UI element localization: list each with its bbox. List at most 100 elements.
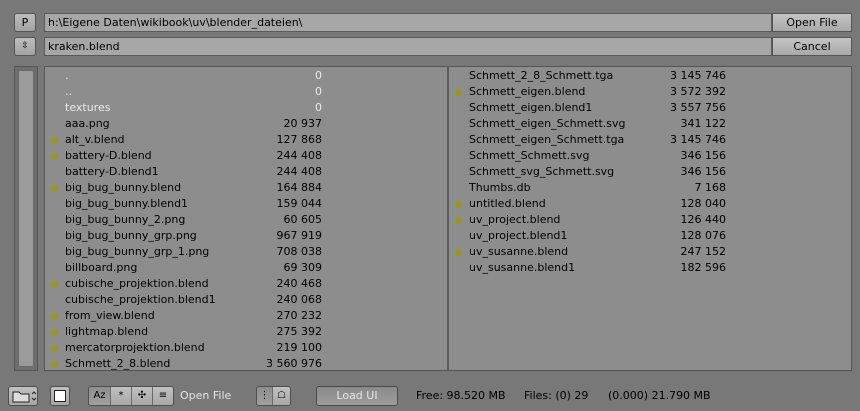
- dir-menu-button[interactable]: ⇳: [14, 37, 36, 56]
- file-row[interactable]: Schmett_eigen.blend1 3 557 756: [449, 100, 726, 116]
- file-size: 708 038: [276, 245, 323, 258]
- file-size: 341 122: [680, 117, 727, 130]
- open-file-button[interactable]: Open File: [772, 13, 852, 32]
- file-row[interactable]: battery-D.blend1 244 408: [45, 164, 322, 180]
- file-size: 3 560 976: [266, 357, 322, 370]
- file-name: big_bug_bunny_2.png: [65, 213, 186, 226]
- file-row[interactable]: big_bug_bunny_grp_1.png 708 038: [45, 244, 322, 260]
- file-size: 0: [315, 69, 322, 82]
- details-toggle[interactable]: ⋮: [257, 387, 273, 405]
- file-name: lightmap.blend: [65, 325, 149, 338]
- blend-file-icon: [51, 281, 58, 288]
- file-name: .: [65, 69, 69, 82]
- scrollbar-thumb[interactable]: [18, 70, 34, 367]
- free-space-label: Free: 98.520 MB: [416, 389, 506, 402]
- file-row[interactable]: Schmett_2_8_Schmett.tga 3 145 746: [449, 68, 726, 84]
- fullscreen-toggle[interactable]: [50, 386, 70, 406]
- sort-buttons: Az * ✣ ≡: [88, 386, 174, 406]
- file-row[interactable]: Schmett_Schmett.svg 346 156: [449, 148, 726, 164]
- blend-file-icon: [51, 137, 58, 144]
- file-row[interactable]: big_bug_bunny_2.png 60 605: [45, 212, 322, 228]
- file-name: Schmett_2_8.blend: [65, 357, 171, 370]
- file-row[interactable]: Schmett_eigen_Schmett.svg 341 122: [449, 116, 726, 132]
- file-row[interactable]: alt_v.blend 127 868: [45, 132, 322, 148]
- file-size: 240 068: [276, 293, 323, 306]
- square-icon: [54, 390, 66, 402]
- file-row[interactable]: Schmett_svg_Schmett.svg 346 156: [449, 164, 726, 180]
- file-size: 3 572 392: [670, 85, 726, 98]
- file-size: 60 605: [283, 213, 323, 226]
- file-name: big_bug_bunny_grp_1.png: [65, 245, 210, 258]
- file-name: Schmett_svg_Schmett.svg: [469, 165, 615, 178]
- file-size: 3 557 756: [670, 101, 726, 114]
- selected-size-label: (0.000) 21.790 MB: [608, 389, 711, 402]
- file-row[interactable]: from_view.blend 270 232: [45, 308, 322, 324]
- parent-dir-button[interactable]: P: [14, 13, 36, 32]
- file-row[interactable]: uv_project.blend 126 440: [449, 212, 726, 228]
- file-name: Thumbs.db: [469, 181, 531, 194]
- window-type-menu[interactable]: [8, 386, 38, 406]
- ghost-icon[interactable]: ☖: [273, 387, 290, 405]
- cancel-button[interactable]: Cancel: [772, 37, 852, 56]
- file-size: 128 076: [680, 229, 727, 242]
- file-name: cubische_projektion.blend1: [65, 293, 216, 306]
- file-size: 69 309: [283, 261, 323, 274]
- sort-extension-button[interactable]: ≡: [153, 387, 173, 405]
- file-name: big_bug_bunny.blend: [65, 181, 182, 194]
- file-size: 127 868: [276, 133, 323, 146]
- file-row[interactable]: cubische_projektion.blend 240 468: [45, 276, 322, 292]
- blend-file-icon: [51, 345, 58, 352]
- file-row[interactable]: Schmett_2_8.blend 3 560 976: [45, 356, 322, 372]
- file-row[interactable]: big_bug_bunny.blend 164 884: [45, 180, 322, 196]
- filename-field[interactable]: kraken.blend: [44, 37, 772, 56]
- file-name: battery-D.blend1: [65, 165, 159, 178]
- file-size: 244 408: [276, 165, 323, 178]
- file-row[interactable]: battery-D.blend 244 408: [45, 148, 322, 164]
- file-row[interactable]: Schmett_eigen.blend 3 572 392: [449, 84, 726, 100]
- file-size: 159 044: [276, 197, 323, 210]
- load-ui-button[interactable]: Load UI: [316, 386, 398, 406]
- file-row[interactable]: .0: [45, 68, 322, 84]
- blend-file-icon: [455, 249, 462, 256]
- file-name: Schmett_eigen.blend: [469, 85, 586, 98]
- file-row[interactable]: Schmett_eigen_Schmett.tga 3 145 746: [449, 132, 726, 148]
- file-row[interactable]: billboard.png 69 309: [45, 260, 322, 276]
- file-row[interactable]: uv_susanne.blend1 182 596: [449, 260, 726, 276]
- file-name: Schmett_eigen.blend1: [469, 101, 593, 114]
- sort-size-button[interactable]: ✣: [132, 387, 153, 405]
- file-row[interactable]: untitled.blend 128 040: [449, 196, 726, 212]
- mode-label: Open File: [180, 389, 232, 402]
- file-row[interactable]: cubische_projektion.blend1 240 068: [45, 292, 322, 308]
- file-row[interactable]: aaa.png 20 937: [45, 116, 322, 132]
- file-size: 3 145 746: [670, 69, 726, 82]
- file-name: Schmett_2_8_Schmett.tga: [469, 69, 614, 82]
- file-size: 967 919: [276, 229, 323, 242]
- file-size: 20 937: [283, 117, 323, 130]
- sort-alpha-button[interactable]: Az: [89, 387, 111, 405]
- file-row[interactable]: uv_project.blend1 128 076: [449, 228, 726, 244]
- file-size: 3 145 746: [670, 133, 726, 146]
- file-size: 240 468: [276, 277, 323, 290]
- file-name: Schmett_Schmett.svg: [469, 149, 590, 162]
- file-row[interactable]: .. 0: [45, 84, 322, 100]
- sort-time-button[interactable]: *: [111, 387, 132, 405]
- file-row[interactable]: uv_susanne.blend 247 152: [449, 244, 726, 260]
- file-row[interactable]: Thumbs.db 7 168: [449, 180, 726, 196]
- file-name: from_view.blend: [65, 309, 155, 322]
- file-row[interactable]: big_bug_bunny_grp.png 967 919: [45, 228, 322, 244]
- file-row[interactable]: big_bug_bunny.blend1 159 044: [45, 196, 322, 212]
- file-row[interactable]: lightmap.blend 275 392: [45, 324, 322, 340]
- file-size: 346 156: [680, 149, 727, 162]
- file-size: 244 408: [276, 149, 323, 162]
- file-name: battery-D.blend: [65, 149, 152, 162]
- file-row[interactable]: textures 0: [45, 100, 322, 116]
- file-size: 346 156: [680, 165, 727, 178]
- file-name: big_bug_bunny_grp.png: [65, 229, 197, 242]
- blend-file-icon: [51, 185, 58, 192]
- blend-file-icon: [51, 153, 58, 160]
- directory-field[interactable]: h:\Eigene Daten\wikibook\uv\blender_date…: [44, 13, 772, 32]
- file-row[interactable]: mercatorprojektion.blend 219 100: [45, 340, 322, 356]
- file-name: untitled.blend: [469, 197, 546, 210]
- file-name: uv_project.blend: [469, 213, 561, 226]
- file-name: aaa.png: [65, 117, 110, 130]
